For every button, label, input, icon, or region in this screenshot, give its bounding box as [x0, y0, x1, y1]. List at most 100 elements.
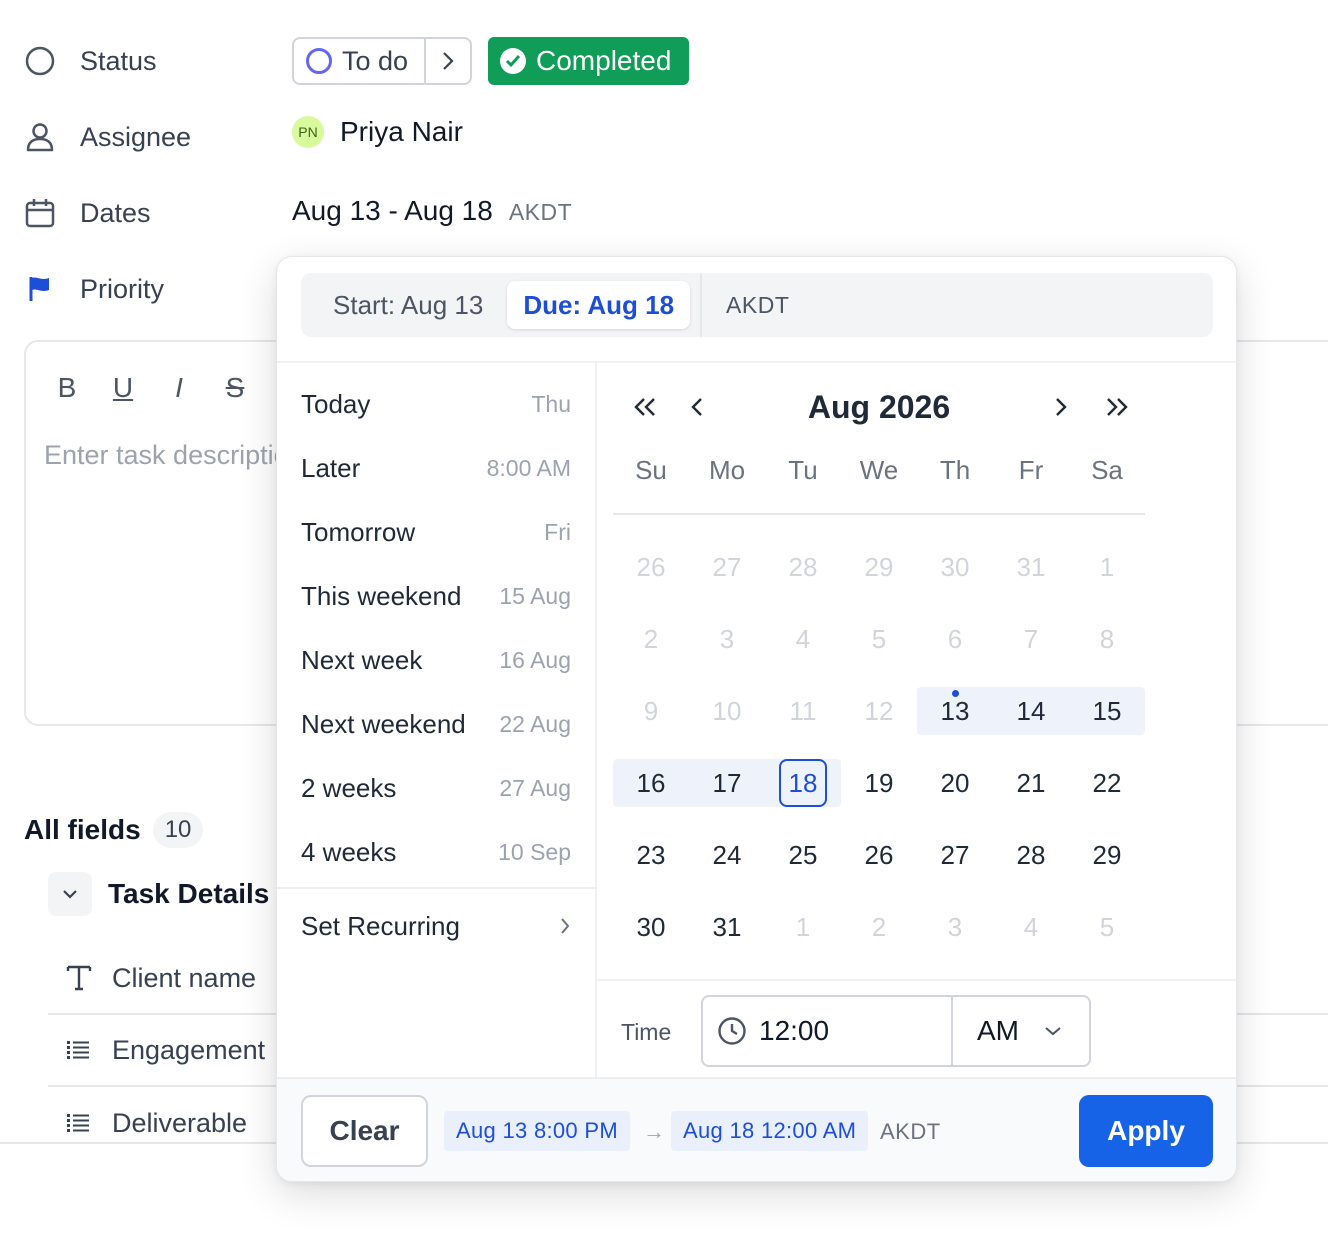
next-year-icon[interactable] — [1093, 383, 1141, 431]
calendar-grid: 26 27 28 29 30 31 1 2 3 4 5 6 7 8 9 10 1… — [613, 531, 1145, 963]
calendar-day[interactable]: 27 — [689, 543, 765, 591]
assignee-value[interactable]: PN Priya Nair — [292, 116, 463, 148]
tab-divider — [700, 273, 703, 337]
quick-option-label: 2 weeks — [301, 772, 397, 803]
calendar-day-in-range[interactable]: 15 — [1069, 687, 1145, 735]
calendar-day[interactable]: 19 — [841, 759, 917, 807]
calendar-day[interactable]: 26 — [613, 543, 689, 591]
dates-value[interactable]: Aug 13 - Aug 18 AKDT — [292, 195, 572, 227]
calendar-day[interactable]: 2 — [613, 615, 689, 663]
date-picker-popover: Start: Aug 13 Due: Aug 18 AKDT Today Thu … — [276, 256, 1237, 1182]
calendar-day[interactable]: 1 — [765, 903, 841, 951]
calendar-day[interactable]: 11 — [765, 687, 841, 735]
time-input[interactable]: 12:00 — [703, 997, 953, 1065]
calendar-day-in-range[interactable]: 14 — [993, 687, 1069, 735]
quick-option-label: Next week — [301, 644, 423, 675]
quick-option-today[interactable]: Today Thu — [301, 372, 571, 436]
set-recurring-button[interactable]: Set Recurring — [301, 894, 571, 958]
chevron-down-icon[interactable] — [48, 872, 92, 916]
calendar-day[interactable]: 28 — [993, 831, 1069, 879]
calendar-day[interactable]: 31 — [689, 903, 765, 951]
calendar-day[interactable]: 3 — [689, 615, 765, 663]
quick-option-label: Tomorrow — [301, 516, 416, 547]
status-select[interactable]: To do — [292, 37, 472, 85]
calendar-day[interactable]: 26 — [841, 831, 917, 879]
strikethrough-button[interactable]: S — [224, 372, 246, 404]
quick-option-value: 10 Sep — [498, 838, 571, 865]
calendar-day[interactable]: 7 — [993, 615, 1069, 663]
next-status-button[interactable] — [424, 39, 470, 83]
calendar-day[interactable]: 6 — [917, 615, 993, 663]
quick-option-2-weeks[interactable]: 2 weeks 27 Aug — [301, 756, 571, 820]
complete-button[interactable]: Completed — [488, 37, 689, 85]
calendar-day[interactable]: 23 — [613, 831, 689, 879]
quick-option-value: 27 Aug — [499, 774, 571, 801]
quick-option-next-week[interactable]: Next week 16 Aug — [301, 628, 571, 692]
apply-button[interactable]: Apply — [1079, 1095, 1213, 1167]
end-datetime-chip: Aug 18 12:00 AM — [671, 1111, 869, 1151]
calendar-day[interactable]: 4 — [765, 615, 841, 663]
calendar-day-in-range[interactable]: 17 — [689, 759, 765, 807]
arrow-right-icon: → — [643, 1119, 665, 1144]
calendar-day[interactable]: 30 — [613, 903, 689, 951]
calendar-day-selected[interactable]: 18 — [765, 759, 841, 807]
calendar-day[interactable]: 25 — [765, 831, 841, 879]
quick-option-value: 15 Aug — [499, 582, 571, 609]
calendar-day[interactable]: 27 — [917, 831, 993, 879]
quick-option-value: 16 Aug — [499, 646, 571, 673]
quick-option-this-weekend[interactable]: This weekend 15 Aug — [301, 564, 571, 628]
quick-option-next-weekend[interactable]: Next weekend 22 Aug — [301, 692, 571, 756]
quick-option-label: Next weekend — [301, 708, 466, 739]
dates-row: Dates — [24, 189, 292, 237]
current-status: To do — [342, 45, 409, 76]
todo-status-icon — [306, 48, 332, 74]
task-details-section[interactable]: Task Details — [48, 872, 269, 916]
calendar-day[interactable]: 20 — [917, 759, 993, 807]
divider — [595, 361, 597, 1077]
calendar-day[interactable]: 30 — [917, 543, 993, 591]
calendar-day[interactable]: 22 — [1069, 759, 1145, 807]
italic-button[interactable]: I — [168, 372, 190, 404]
quick-option-value: Fri — [544, 518, 571, 545]
description-placeholder: Enter task description — [44, 440, 304, 470]
calendar-day[interactable]: 1 — [1069, 543, 1145, 591]
calendar-day-in-range[interactable]: 16 — [613, 759, 689, 807]
calendar-day[interactable]: 8 — [1069, 615, 1145, 663]
set-recurring-label: Set Recurring — [301, 910, 460, 941]
clear-button[interactable]: Clear — [301, 1095, 428, 1167]
calendar-day[interactable]: 3 — [917, 903, 993, 951]
divider — [277, 887, 597, 889]
calendar-day[interactable]: 5 — [1069, 903, 1145, 951]
quick-option-later[interactable]: Later 8:00 AM — [301, 436, 571, 500]
calendar-nav: Aug 2026 — [613, 383, 1153, 431]
start-date-tab[interactable]: Start: Aug 13 — [309, 281, 507, 329]
calendar-day[interactable]: 4 — [993, 903, 1069, 951]
next-month-icon[interactable] — [1037, 383, 1085, 431]
quick-option-tomorrow[interactable]: Tomorrow Fri — [301, 500, 571, 564]
calendar-day-range-start[interactable]: 13 — [917, 687, 993, 735]
calendar-day[interactable]: 10 — [689, 687, 765, 735]
calendar-day[interactable]: 28 — [765, 543, 841, 591]
ampm-value: AM — [977, 1015, 1019, 1046]
ampm-select[interactable]: AM — [953, 997, 1089, 1065]
calendar-week: 26 27 28 29 30 31 1 — [613, 531, 1145, 603]
due-date-tab[interactable]: Due: Aug 18 — [507, 281, 691, 329]
bold-button[interactable]: B — [56, 372, 78, 404]
timezone-selector[interactable]: AKDT — [726, 292, 789, 319]
quick-option-4-weeks[interactable]: 4 weeks 10 Sep — [301, 820, 571, 884]
calendar-day[interactable]: 21 — [993, 759, 1069, 807]
calendar-day[interactable]: 5 — [841, 615, 917, 663]
calendar-day[interactable]: 29 — [841, 543, 917, 591]
calendar-day[interactable]: 31 — [993, 543, 1069, 591]
calendar-day[interactable]: 9 — [613, 687, 689, 735]
quick-date-options: Today Thu Later 8:00 AM Tomorrow Fri This w… — [301, 372, 571, 884]
chevron-down-icon — [1045, 1027, 1061, 1036]
weekday-label: Mo — [708, 455, 746, 485]
calendar-day[interactable]: 2 — [841, 903, 917, 951]
calendar-day[interactable]: 12 — [841, 687, 917, 735]
all-fields-header: All fields 10 — [24, 812, 204, 848]
calendar-day[interactable]: 24 — [689, 831, 765, 879]
underline-button[interactable]: U — [112, 372, 134, 404]
weekday-header: Su Mo Tu We Th Fr Sa — [613, 455, 1145, 486]
calendar-day[interactable]: 29 — [1069, 831, 1145, 879]
